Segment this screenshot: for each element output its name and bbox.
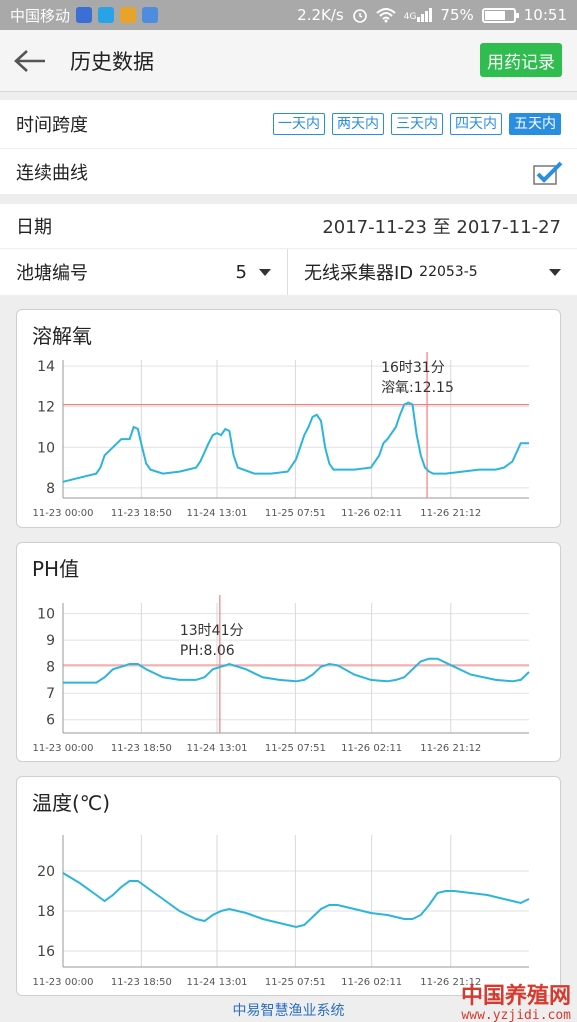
pond-collector-row: 池塘编号 5 无线采集器ID 22053-5 <box>0 249 577 295</box>
app-notification-icon <box>98 7 115 23</box>
network-type: 4G <box>403 12 417 22</box>
x-tick-label: 11-24 13:01 <box>186 743 247 754</box>
carrier-name: 中国移动 <box>10 6 71 25</box>
network-speed: 2.2K/s <box>297 6 344 24</box>
time-span-option[interactable]: 四天内 <box>450 113 502 135</box>
watermark-logo: 中国养殖网 www.yzjidi.com <box>461 978 571 1022</box>
ph-chart[interactable]: 6 7 8 9 10 11-23 00:00 11-23 18:50 11-24 13:01 1… <box>17 543 562 763</box>
series-line <box>63 657 530 684</box>
y-tick-label: 12 <box>37 400 55 416</box>
y-tick-label: 16 <box>37 944 55 960</box>
x-tick-label: 11-26 02:11 <box>341 977 402 988</box>
x-tick-label: 11-25 07:51 <box>265 743 326 754</box>
alarm-icon <box>352 9 367 23</box>
chart-title: 温度(℃) <box>32 791 111 815</box>
chart-card-dissolved-oxygen: 8 10 12 14 11-23 00:00 11-23 18:50 11-24 13:01… <box>16 309 561 528</box>
x-tick-label: 11-26 02:11 <box>341 743 402 754</box>
x-tick-label: 11-23 00:00 <box>32 508 93 519</box>
y-tick-label: 8 <box>46 481 55 497</box>
tooltip-value: PH:8.06 <box>180 643 235 659</box>
chart-card-ph: 6 7 8 9 10 11-23 00:00 11-23 18:50 11-24 13:01 1… <box>16 542 561 762</box>
battery-icon <box>481 7 519 23</box>
app-notification-icon <box>76 7 93 23</box>
dissolved-oxygen-chart[interactable]: 8 10 12 14 11-23 00:00 11-23 18:50 11-24 13:01… <box>17 310 562 529</box>
tooltip-time: 13时41分 <box>180 623 244 639</box>
y-tick-label: 20 <box>37 864 55 880</box>
page-title: 历史数据 <box>70 49 154 74</box>
back-button[interactable] <box>0 30 60 92</box>
time-span-options: 一天内 两天内 三天内 四天内 五天内 <box>273 113 561 135</box>
status-bar: 中国移动 2.2K/s 4G 75% 10:51 <box>0 0 577 30</box>
x-tick-label: 11-23 18:50 <box>111 977 172 988</box>
battery-level <box>484 10 506 20</box>
wifi-icon <box>376 8 396 23</box>
time-span-option[interactable]: 两天内 <box>332 113 384 135</box>
x-tick-label: 11-26 21:12 <box>420 508 481 519</box>
time-span-row: 时间跨度 一天内 两天内 三天内 四天内 五天内 <box>0 100 577 148</box>
x-tick-label: 11-26 21:12 <box>420 743 481 754</box>
date-range-value[interactable]: 2017-11-23 至 2017-11-27 <box>322 213 561 239</box>
app-header: 历史数据 用药记录 <box>0 30 577 92</box>
pond-select[interactable]: 池塘编号 5 <box>0 249 288 295</box>
pond-value: 5 <box>235 261 247 283</box>
y-tick-label: 10 <box>37 440 55 456</box>
time-span-option[interactable]: 五天内 <box>509 113 561 135</box>
date-label: 日期 <box>16 217 52 238</box>
x-tick-label: 11-23 00:00 <box>32 743 93 754</box>
medication-record-button[interactable]: 用药记录 <box>480 43 562 77</box>
chart-title: PH值 <box>32 557 80 581</box>
chart-card-temperature: 16 18 20 11-23 00:00 11-23 18:50 11-24 13:01 1… <box>16 776 561 996</box>
checkmark-icon <box>533 161 563 185</box>
x-tick-label: 11-24 13:01 <box>186 977 247 988</box>
series-line <box>62 401 529 483</box>
y-tick-label: 9 <box>46 633 55 649</box>
chart-title: 溶解氧 <box>32 324 92 348</box>
app-notification-icon <box>120 7 137 23</box>
y-tick-label: 18 <box>37 904 55 920</box>
app-notification-icon <box>142 7 159 23</box>
signal-icon: 4G <box>404 8 433 22</box>
tooltip-value: 溶氧:12.15 <box>381 380 454 396</box>
collector-label: 无线采集器ID <box>304 263 414 284</box>
x-tick-label: 11-23 18:50 <box>111 508 172 519</box>
date-row: 日期 2017-11-23 至 2017-11-27 <box>0 204 577 248</box>
time-span-option[interactable]: 一天内 <box>273 113 325 135</box>
collector-value: 22053-5 <box>419 264 478 280</box>
x-tick-label: 11-25 07:51 <box>265 977 326 988</box>
y-tick-label: 14 <box>37 359 55 375</box>
battery-percent: 75% <box>440 6 474 24</box>
y-tick-label: 8 <box>46 660 55 676</box>
watermark-url: www.yzjidi.com <box>461 1008 571 1022</box>
x-tick-label: 11-26 02:11 <box>341 508 402 519</box>
y-tick-label: 10 <box>37 607 55 623</box>
continuous-curve-row: 连续曲线 <box>0 148 577 194</box>
continuous-curve-label: 连续曲线 <box>16 162 88 184</box>
x-tick-label: 11-23 18:50 <box>111 743 172 754</box>
x-tick-label: 11-25 07:51 <box>265 508 326 519</box>
time-span-label: 时间跨度 <box>16 115 88 136</box>
x-tick-label: 11-24 13:01 <box>186 508 247 519</box>
watermark-text: 中国养殖网 <box>460 983 571 1009</box>
y-tick-label: 7 <box>46 686 55 702</box>
collector-select[interactable]: 无线采集器ID 22053-5 <box>288 249 577 295</box>
clock: 10:51 <box>523 6 567 24</box>
y-tick-label: 6 <box>46 713 55 729</box>
time-span-option[interactable]: 三天内 <box>391 113 443 135</box>
chevron-down-icon <box>549 268 561 276</box>
series-line <box>62 872 530 929</box>
x-tick-label: 11-23 00:00 <box>32 977 93 988</box>
arrow-left-icon <box>14 49 45 72</box>
continuous-curve-checkbox[interactable] <box>533 161 563 185</box>
pond-label: 池塘编号 <box>16 263 88 284</box>
tooltip-time: 16时31分 <box>381 360 445 376</box>
chevron-down-icon <box>259 268 271 276</box>
